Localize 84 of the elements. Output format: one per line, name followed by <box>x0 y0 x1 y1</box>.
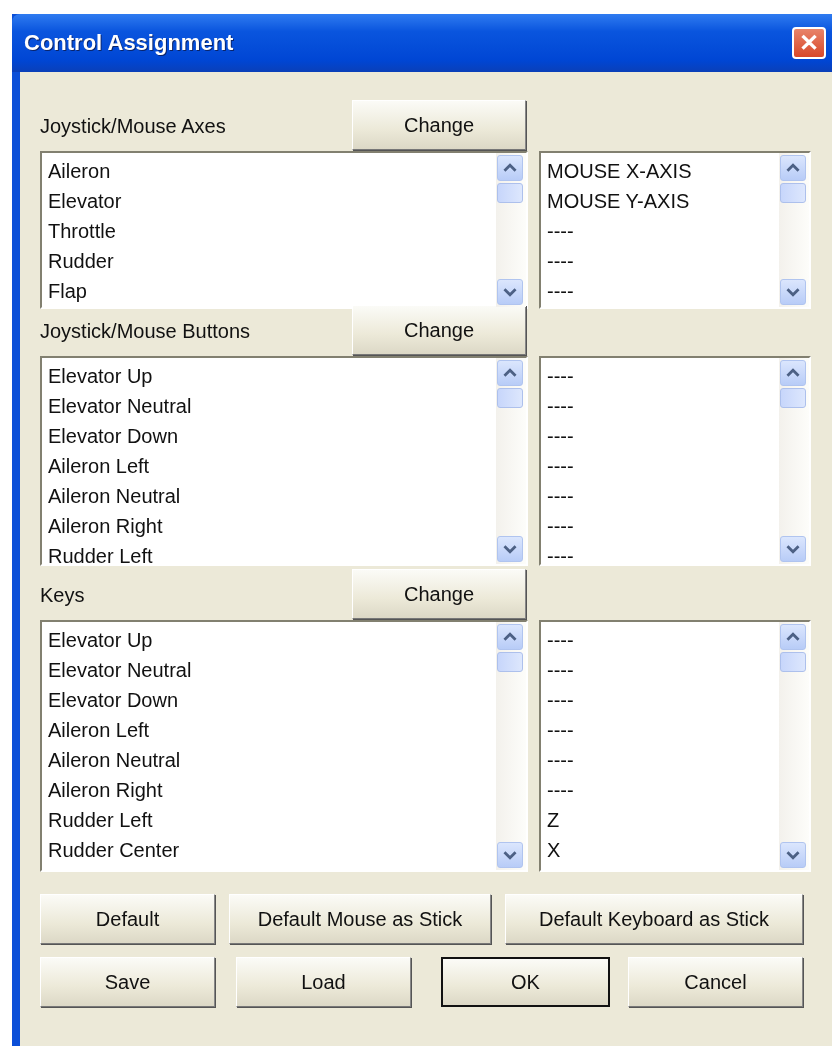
list-item[interactable]: Aileron Right <box>48 511 490 541</box>
list-item[interactable]: Aileron Left <box>48 715 490 745</box>
list-item[interactable]: MOUSE X-AXIS <box>547 156 773 186</box>
section-label: Joystick/Mouse Buttons <box>40 320 252 344</box>
list-item[interactable]: ---- <box>547 685 773 715</box>
list-item[interactable]: ---- <box>547 541 773 564</box>
list-item[interactable]: Throttle <box>48 216 490 246</box>
list-item[interactable]: ---- <box>547 246 773 276</box>
scroll-thumb[interactable] <box>497 183 523 203</box>
scroll-thumb[interactable] <box>780 388 806 408</box>
list-item[interactable]: ---- <box>547 276 773 306</box>
binding-list[interactable]: ---- ---- ---- ---- ---- ---- ---- <box>539 356 811 566</box>
list-item[interactable]: Elevator Down <box>48 421 490 451</box>
scroll-up-icon[interactable] <box>497 360 523 386</box>
scroll-down-icon[interactable] <box>780 842 806 868</box>
preset-button[interactable]: Default Keyboard as Stick <box>505 894 803 944</box>
list-item[interactable]: Aileron Neutral <box>48 745 490 775</box>
scroll-up-icon[interactable] <box>780 624 806 650</box>
scroll-down-icon[interactable] <box>780 536 806 562</box>
list-item[interactable]: ---- <box>547 511 773 541</box>
list-item[interactable]: ---- <box>547 715 773 745</box>
list-item[interactable]: Rudder Left <box>48 541 490 564</box>
list-item[interactable]: Elevator Neutral <box>48 655 490 685</box>
scroll-up-icon[interactable] <box>497 155 523 181</box>
list-item[interactable]: Elevator Down <box>48 685 490 715</box>
list-item[interactable]: MOUSE Y-AXIS <box>547 186 773 216</box>
list-item[interactable]: Aileron <box>48 156 490 186</box>
change-button[interactable]: Change <box>352 100 526 150</box>
list-item[interactable]: Elevator Neutral <box>48 391 490 421</box>
list-item[interactable]: ---- <box>547 655 773 685</box>
section-label: Keys <box>40 584 86 608</box>
ok-button[interactable]: OK <box>441 957 610 1007</box>
dialog-button[interactable]: Cancel <box>628 957 803 1007</box>
list-item[interactable]: Rudder Center <box>48 835 490 865</box>
list-item[interactable]: Rudder <box>48 246 490 276</box>
list-item[interactable]: ---- <box>547 625 773 655</box>
list-item[interactable]: ---- <box>547 216 773 246</box>
change-button[interactable]: Change <box>352 305 526 355</box>
preset-button[interactable]: Default <box>40 894 215 944</box>
scroll-down-icon[interactable] <box>497 279 523 305</box>
list-item[interactable]: ---- <box>547 481 773 511</box>
list-item[interactable]: ---- <box>547 745 773 775</box>
section-label: Joystick/Mouse Axes <box>40 115 227 139</box>
list-item[interactable]: ---- <box>547 451 773 481</box>
list-item[interactable]: ---- <box>547 775 773 805</box>
action-list[interactable]: Elevator Up Elevator Neutral Elevator Down Aileron Left Aileron Neutral Aileron Right Rudder Left Rudder Center <box>40 620 528 872</box>
scroll-up-icon[interactable] <box>780 360 806 386</box>
binding-list[interactable]: ---- ---- ---- ---- ---- ---- Z X <box>539 620 811 872</box>
list-item[interactable]: ---- <box>547 361 773 391</box>
scroll-thumb[interactable] <box>497 652 523 672</box>
list-item[interactable]: ---- <box>547 391 773 421</box>
list-item[interactable]: Elevator Up <box>48 625 490 655</box>
action-list[interactable]: Aileron Elevator Throttle Rudder Flap <box>40 151 528 309</box>
change-button[interactable]: Change <box>352 569 526 619</box>
list-item[interactable]: Aileron Right <box>48 775 490 805</box>
scroll-down-icon[interactable] <box>497 842 523 868</box>
window-title: Control Assignment <box>24 30 234 56</box>
scroll-down-icon[interactable] <box>780 279 806 305</box>
scrollbar[interactable] <box>779 358 809 564</box>
dialog-button[interactable]: Load <box>236 957 411 1007</box>
scrollbar[interactable] <box>496 153 526 307</box>
list-item[interactable]: Rudder Left <box>48 805 490 835</box>
scroll-thumb[interactable] <box>497 388 523 408</box>
list-item[interactable]: Z <box>547 805 773 835</box>
scrollbar[interactable] <box>496 622 526 870</box>
list-item[interactable]: Elevator <box>48 186 490 216</box>
list-item[interactable]: Flap <box>48 276 490 306</box>
scroll-down-icon[interactable] <box>497 536 523 562</box>
list-item[interactable]: ---- <box>547 421 773 451</box>
scroll-thumb[interactable] <box>780 652 806 672</box>
list-item[interactable]: Aileron Left <box>48 451 490 481</box>
scroll-thumb[interactable] <box>780 183 806 203</box>
action-list[interactable]: Elevator Up Elevator Neutral Elevator Down Aileron Left Aileron Neutral Aileron Right Rudder Left <box>40 356 528 566</box>
scroll-up-icon[interactable] <box>780 155 806 181</box>
scrollbar[interactable] <box>779 153 809 307</box>
scrollbar[interactable] <box>779 622 809 870</box>
list-item[interactable]: X <box>547 835 773 865</box>
binding-list[interactable]: MOUSE X-AXIS MOUSE Y-AXIS ---- ---- ---- <box>539 151 811 309</box>
scroll-up-icon[interactable] <box>497 624 523 650</box>
list-item[interactable]: Aileron Neutral <box>48 481 490 511</box>
scrollbar[interactable] <box>496 358 526 564</box>
preset-button[interactable]: Default Mouse as Stick <box>229 894 491 944</box>
list-item[interactable]: Elevator Up <box>48 361 490 391</box>
dialog-button[interactable]: Save <box>40 957 215 1007</box>
